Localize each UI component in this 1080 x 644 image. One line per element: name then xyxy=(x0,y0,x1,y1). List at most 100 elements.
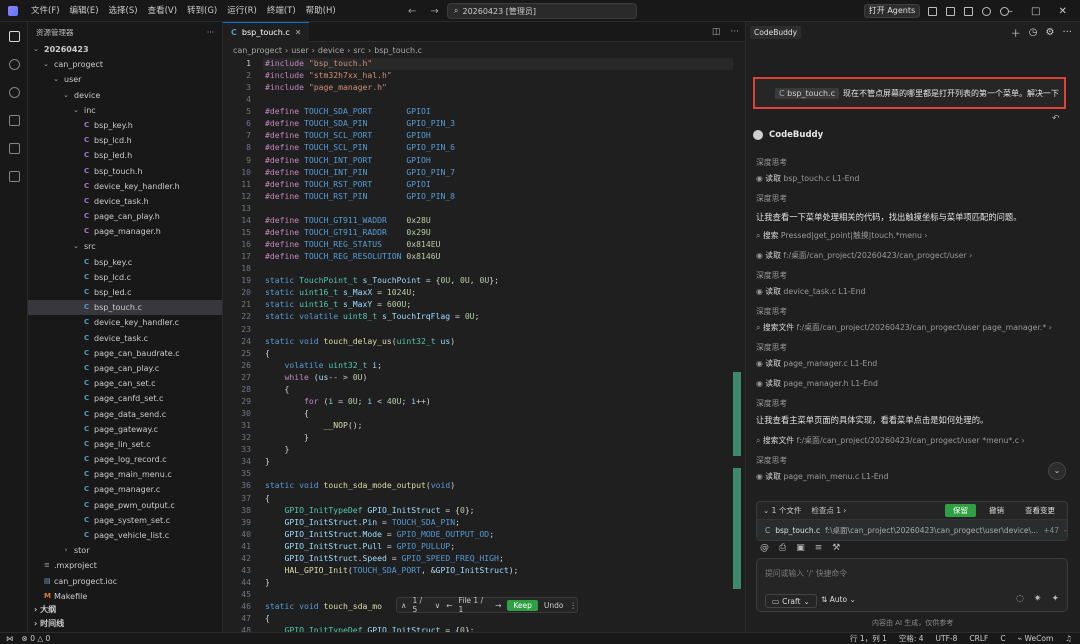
tree-folder[interactable]: ⌄ device xyxy=(28,88,222,103)
menu-item[interactable]: 终端(T) xyxy=(262,0,301,22)
attached-file-chip[interactable]: C bsp_touch.c xyxy=(775,87,839,99)
tool-call[interactable]: ◉ 读取 page_manager.h L1-End xyxy=(756,378,878,389)
open-agents-button[interactable]: 打开 Agents xyxy=(864,4,920,18)
tool-call[interactable]: ◉ 读取 device_task.c L1-End xyxy=(756,286,865,297)
menu-item[interactable]: 选择(S) xyxy=(104,0,143,22)
tree-file[interactable]: Cpage_can_play.h xyxy=(28,209,222,224)
image-icon[interactable]: ▣ xyxy=(796,543,805,553)
back-arrow-icon[interactable]: ← xyxy=(408,6,416,17)
forward-arrow-icon[interactable]: → xyxy=(430,6,438,17)
close-icon[interactable]: ✕ xyxy=(1058,6,1066,17)
toggle-secondary-sidebar-icon[interactable] xyxy=(964,6,973,16)
tools-icon[interactable]: ⚒ xyxy=(832,543,840,553)
tree-file[interactable]: Cbsp_lcd.c xyxy=(28,270,222,285)
menu-item[interactable]: 文件(F) xyxy=(26,0,65,22)
tool-call[interactable]: ◉ 读取 f:/桌面/can_project/20260423/can_prog… xyxy=(756,250,972,261)
tree-file[interactable]: Cdevice_task.h xyxy=(28,194,222,209)
debug-icon[interactable] xyxy=(0,106,28,134)
minimize-icon[interactable]: – xyxy=(1008,6,1013,17)
indentation[interactable]: 空格: 4 xyxy=(899,633,924,644)
breadcrumb-item[interactable]: device xyxy=(318,46,344,55)
mode-selector[interactable]: ▭ Craft ⌄ xyxy=(765,594,817,608)
tree-file[interactable]: Cbsp_lcd.h xyxy=(28,133,222,148)
tool-call[interactable]: ◉ 读取 page_manager.c L1-End xyxy=(756,358,877,369)
toggle-panel-icon[interactable] xyxy=(946,6,955,16)
settings-gear-icon[interactable] xyxy=(982,6,991,16)
tool-call[interactable]: ⌕ 搜索 Pressed|get_point|触摸|touch.*menu › xyxy=(756,230,928,241)
breadcrumb-item[interactable]: user xyxy=(291,46,308,55)
line-ending[interactable]: CRLF xyxy=(969,633,988,644)
undo-changes-button[interactable]: 撤销 xyxy=(989,505,1004,516)
codebuddy-tab[interactable]: CodeBuddy xyxy=(750,25,802,39)
enhance-icon[interactable]: ✷ xyxy=(1034,594,1042,604)
tree-file[interactable]: Cdevice_key_handler.c xyxy=(28,315,222,330)
tree-file[interactable]: Cpage_can_baudrate.c xyxy=(28,346,222,361)
encoding[interactable]: UTF-8 xyxy=(936,633,958,644)
next-file-icon[interactable]: → xyxy=(495,601,501,610)
more-actions-icon[interactable]: ··· xyxy=(730,27,739,37)
more-icon[interactable]: ··· xyxy=(1062,27,1072,38)
close-tab-icon[interactable]: ✕ xyxy=(295,28,302,37)
breadcrumb-item[interactable]: src xyxy=(353,46,365,55)
split-editor-icon[interactable]: ◫ xyxy=(712,27,721,37)
remote-indicator-icon[interactable]: ⋈ xyxy=(6,634,14,643)
language-mode[interactable]: C xyxy=(1000,633,1005,644)
code-view[interactable]: 1 #include "bsp_touch.h" 2 #include "stm32h… xyxy=(223,58,745,632)
tree-file[interactable]: Cpage_lin_set.c xyxy=(28,437,222,452)
prev-file-icon[interactable]: ← xyxy=(446,601,452,610)
tree-file[interactable]: Cpage_pwm_output.c xyxy=(28,498,222,513)
maximize-icon[interactable]: □ xyxy=(1031,6,1040,17)
tree-file[interactable]: Cbsp_key.h xyxy=(28,118,222,133)
tab-bsp-touch[interactable]: C bsp_touch.c ✕ xyxy=(223,22,310,42)
timeline-section[interactable]: › 时间线 xyxy=(28,617,222,631)
tree-file[interactable]: Cpage_gateway.c xyxy=(28,422,222,437)
explorer-more-icon[interactable]: ··· xyxy=(207,28,214,37)
tree-file[interactable]: Cpage_vehicle_list.c xyxy=(28,528,222,543)
tree-file[interactable]: Cpage_manager.c xyxy=(28,482,222,497)
model-selector[interactable]: ⇅ Auto ⌄ xyxy=(821,595,856,604)
rules-icon[interactable]: ≡ xyxy=(815,543,823,553)
tree-file[interactable]: Cpage_system_set.c xyxy=(28,513,222,528)
command-search[interactable]: ⌕ 20260423 [管理员] xyxy=(447,3,637,19)
history-icon[interactable]: ◷ xyxy=(1029,27,1038,38)
tree-folder[interactable]: › stor xyxy=(28,543,222,558)
tool-call[interactable]: ⌕ 搜索文件 f:/桌面/can_project/20260423/can_pr… xyxy=(756,322,1052,333)
explorer-view-icon[interactable] xyxy=(0,22,28,50)
gear-icon[interactable]: ⚙ xyxy=(1045,27,1054,38)
inline-more-icon[interactable]: ⋮ xyxy=(570,601,578,610)
breadcrumb-item[interactable]: bsp_touch.c xyxy=(374,46,422,55)
menu-item[interactable]: 运行(R) xyxy=(222,0,262,22)
keep-button[interactable]: Keep xyxy=(507,599,538,611)
send-icon[interactable]: ✦ xyxy=(1051,594,1059,604)
tree-file[interactable]: Cpage_log_record.c xyxy=(28,452,222,467)
changed-file-row[interactable]: C bsp_touch.c f:\桌面\can_project\20260423… xyxy=(757,520,1067,540)
menu-item[interactable]: 查看(V) xyxy=(143,0,182,22)
tool-call[interactable]: ⌕ 搜索文件 f:/桌面/can_project/20260423/can_pr… xyxy=(756,435,1025,446)
extensions-icon[interactable] xyxy=(0,162,28,190)
tree-file[interactable]: Cbsp_key.c xyxy=(28,255,222,270)
undo-button[interactable]: Undo xyxy=(544,601,564,610)
search-view-icon[interactable] xyxy=(0,50,28,78)
cursor-position[interactable]: 行 1，列 1 xyxy=(850,633,887,644)
tree-folder[interactable]: ⌄ src xyxy=(28,239,222,254)
keep-changes-button[interactable]: 保留 xyxy=(945,504,976,517)
tree-file[interactable]: ▤ can_progect.ioc xyxy=(28,574,222,589)
mention-icon[interactable]: @ xyxy=(760,543,769,553)
tree-file[interactable]: M Makefile xyxy=(28,589,222,604)
breadcrumb-item[interactable]: can_progect xyxy=(233,46,282,55)
checkpoint-dropdown[interactable]: 检查点 1 › xyxy=(811,505,846,516)
new-chat-icon[interactable]: ＋ xyxy=(1011,25,1021,40)
view-changes-button[interactable]: 查看变更 xyxy=(1025,505,1055,516)
menu-item[interactable]: 转到(G) xyxy=(182,0,222,22)
attach-icon[interactable]: ⎙ xyxy=(779,543,786,553)
tree-file[interactable]: Cpage_can_play.c xyxy=(28,361,222,376)
tree-folder[interactable]: ⌄ inc xyxy=(28,103,222,118)
tree-file[interactable]: Cdevice_key_handler.h xyxy=(28,179,222,194)
tree-file[interactable]: Cbsp_touch.c xyxy=(28,300,222,316)
remote-explorer-icon[interactable] xyxy=(0,134,28,162)
outline-section[interactable]: › 大纲 xyxy=(28,603,222,617)
changes-chevron-icon[interactable]: ⌄ 1 个文件 xyxy=(763,505,801,516)
tool-call[interactable]: ◉ 读取 page_main_menu.c L1-End xyxy=(756,471,889,482)
tree-file[interactable]: Cbsp_led.c xyxy=(28,285,222,300)
problems-indicator[interactable]: ⊗ 0 △ 0 xyxy=(22,634,51,643)
